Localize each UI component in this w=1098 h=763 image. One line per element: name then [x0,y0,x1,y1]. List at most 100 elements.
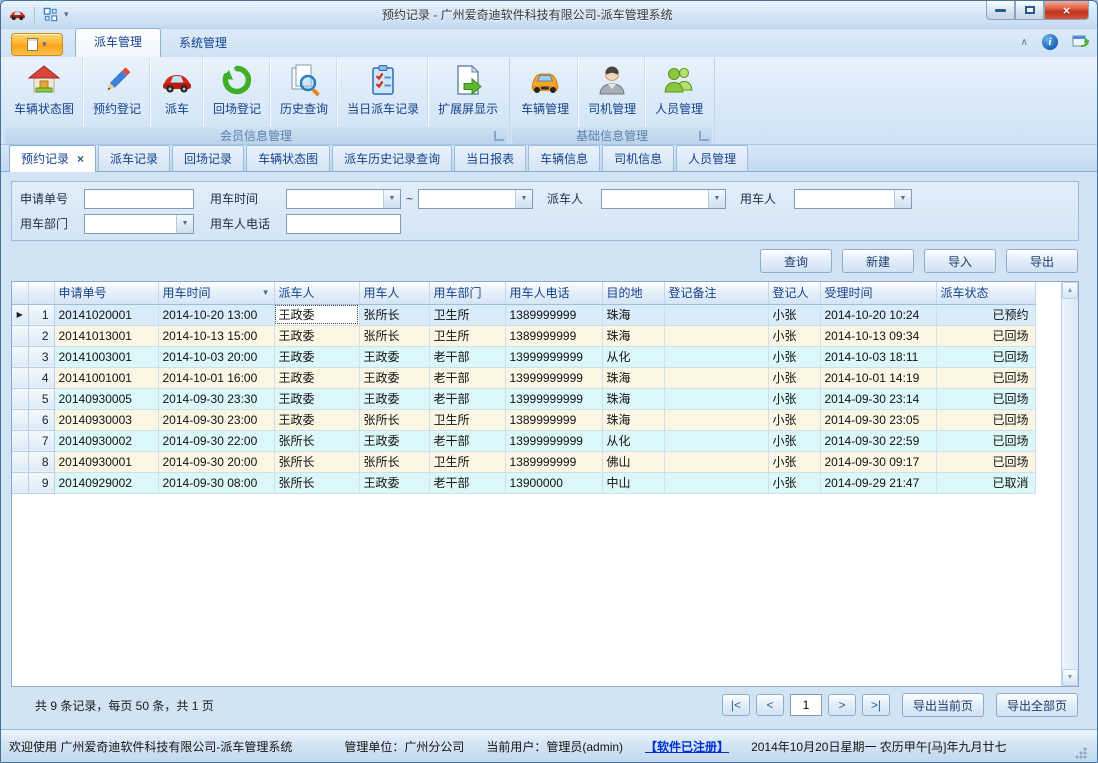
column-header[interactable]: 派车状态 [936,282,1035,304]
column-header[interactable]: 受理时间 [820,282,936,304]
dispatcher-combo[interactable]: ▼ [601,189,726,209]
remark-cell[interactable] [664,472,768,493]
use-time-cell[interactable]: 2014-09-30 20:00 [158,451,274,472]
car-user-cell[interactable]: 张所长 [359,304,429,325]
destination-cell[interactable]: 珠海 [602,388,664,409]
row-number-cell[interactable]: 1 [28,304,54,325]
column-header[interactable]: 目的地 [602,282,664,304]
tab-close-icon[interactable]: × [77,152,84,166]
column-filter-icon[interactable]: ▼ [262,288,270,297]
document-tab[interactable]: 人员管理 [676,145,748,171]
table-row[interactable]: 7 20140930002 2014-09-30 22:00 张所长 王政委 老… [12,430,1035,451]
accept-time-cell[interactable]: 2014-09-30 22:59 [820,430,936,451]
use-time-cell[interactable]: 2014-09-30 08:00 [158,472,274,493]
apply-no-cell[interactable]: 20141001001 [54,367,158,388]
dispatcher-cell[interactable]: 王政委 [274,409,359,430]
remark-cell[interactable] [664,346,768,367]
ribbon-button[interactable]: 历史查询 [270,58,337,127]
scroll-up-icon[interactable]: ▲ [1062,282,1078,299]
dept-cell[interactable]: 卫生所 [429,451,505,472]
phone-cell[interactable]: 1389999999 [505,325,602,346]
skin-selector-icon[interactable] [1072,33,1089,51]
row-number-cell[interactable]: 5 [28,388,54,409]
document-tab[interactable]: 回场记录 [172,145,244,171]
accept-time-cell[interactable]: 2014-10-13 09:34 [820,325,936,346]
car-user-cell[interactable]: 王政委 [359,346,429,367]
column-header[interactable]: 用车时间▼ [158,282,274,304]
page-number-input[interactable] [790,694,822,716]
ribbon-button[interactable]: 人员管理 [645,58,712,127]
destination-cell[interactable]: 从化 [602,346,664,367]
dept-combo[interactable]: ▼ [84,214,194,234]
phone-cell[interactable]: 13999999999 [505,430,602,451]
apply-no-cell[interactable]: 20140930001 [54,451,158,472]
car-user-cell[interactable]: 张所长 [359,409,429,430]
status-cell[interactable]: 已回场 [936,367,1035,388]
registrar-cell[interactable]: 小张 [768,409,820,430]
status-cell[interactable]: 已回场 [936,430,1035,451]
dispatcher-cell[interactable]: 张所长 [274,430,359,451]
export-button[interactable]: 导出 [1006,249,1078,273]
remark-cell[interactable] [664,325,768,346]
dept-cell[interactable]: 老干部 [429,367,505,388]
column-header[interactable]: 申请单号 [54,282,158,304]
ribbon-tab[interactable]: 系统管理 [161,29,245,57]
document-tab[interactable]: 车辆状态图 [246,145,330,171]
status-cell[interactable]: 已预约 [936,304,1035,325]
table-row[interactable]: ▶ 1 20141020001 2014-10-20 13:00 王政委 张所长… [12,304,1035,325]
apply-no-cell[interactable]: 20141003001 [54,346,158,367]
remark-cell[interactable] [664,304,768,325]
dept-cell[interactable]: 卫生所 [429,409,505,430]
destination-cell[interactable]: 珠海 [602,409,664,430]
use-time-cell[interactable]: 2014-09-30 23:00 [158,409,274,430]
dept-cell[interactable]: 老干部 [429,472,505,493]
use-time-cell[interactable]: 2014-09-30 22:00 [158,430,274,451]
vertical-scrollbar[interactable]: ▲ ▼ [1061,282,1078,686]
status-cell[interactable]: 已回场 [936,388,1035,409]
accept-time-cell[interactable]: 2014-09-29 21:47 [820,472,936,493]
application-menu-button[interactable]: ▾ [11,33,63,56]
car-user-cell[interactable]: 王政委 [359,388,429,409]
accept-time-cell[interactable]: 2014-10-03 18:11 [820,346,936,367]
registrar-cell[interactable]: 小张 [768,367,820,388]
table-row[interactable]: 6 20140930003 2014-09-30 23:00 王政委 张所长 卫… [12,409,1035,430]
row-number-cell[interactable]: 9 [28,472,54,493]
remark-cell[interactable] [664,451,768,472]
dispatcher-cell[interactable]: 张所长 [274,472,359,493]
row-number-cell[interactable]: 4 [28,367,54,388]
table-row[interactable]: 9 20140929002 2014-09-30 08:00 张所长 王政委 老… [12,472,1035,493]
use-time-from-combo[interactable]: ▼ [286,189,401,209]
status-cell[interactable]: 已回场 [936,325,1035,346]
phone-cell[interactable]: 1389999999 [505,409,602,430]
apply-no-cell[interactable]: 20140929002 [54,472,158,493]
dispatcher-cell[interactable]: 王政委 [274,304,359,325]
phone-input[interactable] [286,214,401,234]
phone-cell[interactable]: 1389999999 [505,451,602,472]
dispatcher-cell[interactable]: 张所长 [274,451,359,472]
dept-cell[interactable]: 老干部 [429,430,505,451]
ribbon-button[interactable]: 司机管理 [578,58,645,127]
document-tab[interactable]: 当日报表 [454,145,526,171]
scroll-down-icon[interactable]: ▼ [1062,669,1078,686]
import-button[interactable]: 导入 [924,249,996,273]
table-row[interactable]: 4 20141001001 2014-10-01 16:00 王政委 王政委 老… [12,367,1035,388]
ribbon-button[interactable]: 当日派车记录 [337,58,428,127]
phone-cell[interactable]: 1389999999 [505,304,602,325]
registrar-cell[interactable]: 小张 [768,304,820,325]
maximize-button[interactable] [1015,1,1044,20]
chevron-down-icon[interactable]: ▼ [383,190,400,208]
remark-cell[interactable] [664,367,768,388]
ribbon-button[interactable]: 车辆管理 [512,58,578,127]
document-tab[interactable]: 预约记录× [9,145,96,172]
registrar-cell[interactable]: 小张 [768,430,820,451]
registrar-cell[interactable]: 小张 [768,388,820,409]
car-user-cell[interactable]: 王政委 [359,472,429,493]
ribbon-button[interactable]: 扩展屏显示 [428,58,507,127]
last-page-button[interactable]: >| [862,694,890,716]
remark-cell[interactable] [664,388,768,409]
destination-cell[interactable]: 珠海 [602,304,664,325]
registrar-cell[interactable]: 小张 [768,472,820,493]
ribbon-button[interactable]: 车辆状态图 [5,58,83,127]
dept-cell[interactable]: 卫生所 [429,304,505,325]
info-icon[interactable]: i [1042,34,1058,50]
